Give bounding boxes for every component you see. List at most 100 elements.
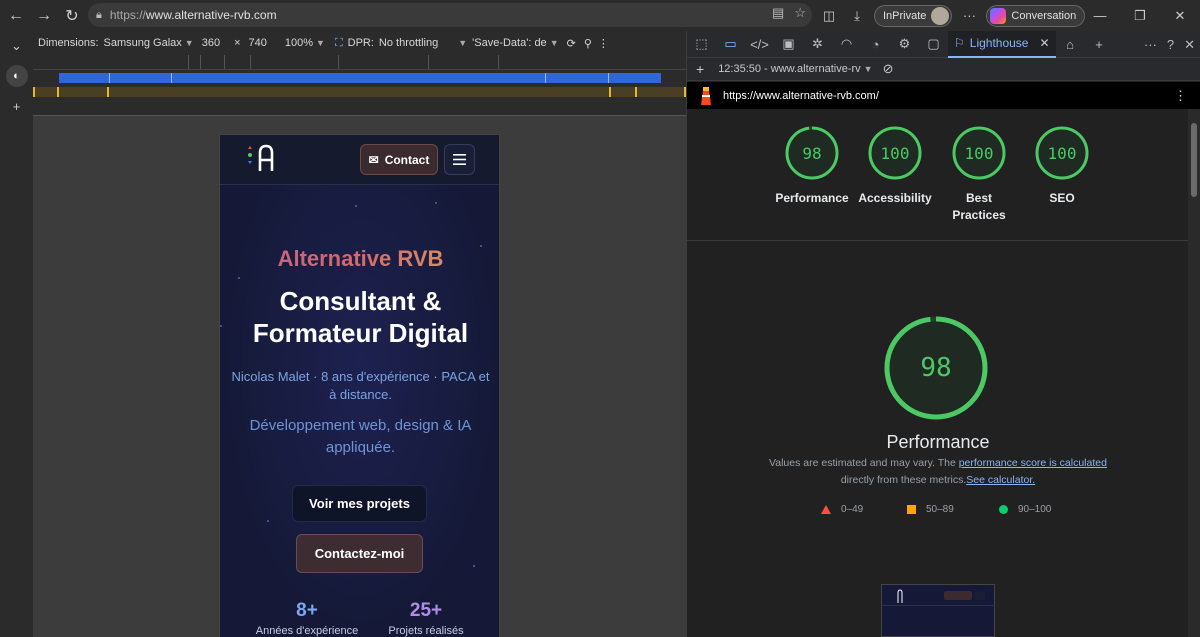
gauge-label[interactable]: SEO — [1012, 190, 1112, 207]
average-square-icon — [907, 505, 916, 514]
tab-lighthouse[interactable]: ⚐ Lighthouse ✕ — [948, 30, 1056, 58]
chevron-down-icon: ▼ — [184, 38, 194, 48]
dpr-label: DPR: — [347, 37, 374, 49]
legend-pass: 90–100 — [999, 504, 1051, 515]
performance-gauge-icon[interactable]: ◔ — [861, 31, 890, 58]
performance-title: Performance — [886, 432, 990, 452]
max-width-media-bar[interactable] — [33, 87, 686, 97]
mobile-page-preview: ✉ Contact Alternative RVB Consultant & F… — [219, 134, 500, 637]
devtools-panel: ⬚ ▭ </> ▣ ✲ ◠ ◔ ⚙ ▢ ⚐ Lighthouse ✕ ⌂ + ·… — [686, 30, 1200, 637]
more-menu-icon[interactable]: ··· — [958, 8, 980, 23]
inprivate-label: InPrivate — [883, 9, 927, 22]
restore-icon[interactable]: ❐ — [1120, 0, 1160, 31]
rotate-icon[interactable]: ⟳ — [567, 37, 576, 50]
stat-projects: 25+ Projets réalisés — [356, 600, 496, 637]
hamburger-icon — [453, 154, 466, 165]
active-tab-favicon[interactable]: ◐ — [5, 65, 28, 87]
conversation-label: Conversation — [1011, 9, 1077, 22]
score-calculated-link[interactable]: performance score is calculated — [959, 457, 1107, 469]
hero-title-line-2: Formateur Digital — [252, 318, 469, 348]
dimensions-label: Dimensions: — [38, 37, 99, 49]
home-icon[interactable]: ⌂ — [1056, 31, 1085, 58]
profile-avatar — [931, 6, 950, 25]
device-emulation-icon[interactable]: ▭ — [716, 31, 745, 58]
reader-icon[interactable]: ▤ — [772, 5, 784, 21]
console-tab-icon[interactable]: ▣ — [774, 31, 803, 58]
url-protocol: https:// — [109, 8, 146, 22]
contact-me-button[interactable]: Contactez-moi — [296, 534, 423, 573]
contact-button[interactable]: ✉ Contact — [360, 144, 438, 175]
throttling-select[interactable]: No throttling — [379, 37, 438, 49]
chevron-down-icon[interactable]: ▼ — [864, 64, 873, 74]
more-tools-icon[interactable]: ··· — [1144, 37, 1157, 52]
section-divider — [687, 240, 1189, 241]
more-options-icon[interactable]: ⋮ — [598, 37, 609, 50]
hero-title: Consultant & Formateur Digital — [220, 285, 499, 349]
network-wifi-icon[interactable]: ◠ — [832, 31, 861, 58]
copilot-icon — [990, 7, 1007, 24]
minimize-icon[interactable]: — — [1080, 0, 1120, 31]
gauge-label[interactable]: Best Practices — [949, 190, 1009, 224]
legend-range: 0–49 — [841, 504, 864, 515]
device-toolbar: Dimensions: Samsung Galax ▼ 360 × 740 100… — [33, 31, 686, 55]
hamburger-menu-button[interactable] — [444, 144, 475, 175]
inprivate-badge[interactable]: InPrivate — [874, 4, 953, 27]
help-icon[interactable]: ? — [1167, 37, 1174, 52]
sensors-icon[interactable]: ⚲ — [584, 37, 592, 50]
site-info-icon[interactable]: 🔒︎ — [96, 9, 102, 22]
refresh-icon[interactable]: ↻ — [58, 2, 86, 30]
inspect-element-icon[interactable]: ⬚ — [687, 31, 716, 58]
lighthouse-logo-icon — [701, 86, 711, 105]
close-window-icon[interactable]: ✕ — [1160, 0, 1200, 31]
address-bar[interactable]: 🔒︎ https:// www.alternative-rvb.com ▤ ☆ — [88, 3, 812, 27]
copilot-conversation-button[interactable]: Conversation — [986, 4, 1086, 27]
sources-bug-icon[interactable]: ✲ — [803, 31, 832, 58]
new-tab-icon[interactable]: + — [0, 91, 33, 121]
favorite-star-icon[interactable]: ☆ — [794, 5, 806, 21]
desc-text: directly from these metrics. — [840, 474, 967, 486]
height-input[interactable]: 740 — [249, 37, 267, 49]
page-screenshot-thumbnail[interactable] — [881, 584, 996, 637]
contact-button-label: Contact — [384, 152, 430, 167]
chevron-down-icon[interactable]: ▼ — [458, 38, 467, 48]
device-select[interactable]: Samsung Galax ▼ — [104, 37, 194, 49]
view-projects-button[interactable]: Voir mes projets — [292, 485, 427, 522]
close-tab-icon[interactable]: ✕ — [1039, 36, 1049, 50]
report-scrollbar[interactable] — [1188, 109, 1200, 637]
gauge-score[interactable]: 98 — [802, 144, 821, 163]
width-input[interactable]: 360 — [202, 37, 220, 49]
split-screen-icon[interactable]: ◫ — [818, 8, 840, 24]
elements-tab-icon[interactable]: </> — [745, 31, 774, 58]
mail-icon: ✉ — [368, 152, 379, 167]
forward-icon[interactable]: → — [30, 2, 58, 30]
times-separator: × — [234, 37, 241, 49]
report-selector[interactable]: 12:35:50 - www.alternative-rv — [718, 63, 860, 75]
gauge-score[interactable]: 100 — [1048, 144, 1077, 163]
stat-value: 25+ — [409, 600, 443, 621]
gauge-label[interactable]: Accessibility — [845, 190, 945, 207]
new-report-icon[interactable]: + — [696, 61, 704, 77]
settings-gear-icon[interactable]: ⚙ — [890, 31, 919, 58]
application-icon[interactable]: ▢ — [919, 31, 948, 58]
close-devtools-icon[interactable]: ✕ — [1184, 37, 1195, 53]
add-tool-icon[interactable]: + — [1085, 31, 1114, 58]
min-width-media-bar[interactable] — [59, 73, 661, 83]
save-data-select[interactable]: 'Save-Data': de — [472, 37, 547, 49]
zoom-select[interactable]: 100% ▼ — [285, 37, 325, 49]
downloads-icon[interactable]: ⤓ — [846, 8, 868, 24]
report-menu-icon[interactable]: ⋮ — [1174, 88, 1187, 104]
scrollbar-thumb[interactable] — [1191, 123, 1197, 197]
performance-description: Values are estimated and may vary. The p… — [757, 455, 1119, 489]
gauge-score[interactable]: 100 — [965, 144, 994, 163]
gauge-score[interactable]: 100 — [881, 144, 910, 163]
see-calculator-link[interactable]: See calculator. — [966, 474, 1035, 486]
fail-triangle-icon — [821, 505, 831, 514]
clear-reports-icon[interactable]: ⊘ — [883, 61, 894, 77]
site-logo-icon[interactable] — [244, 143, 278, 177]
performance-score-value: 98 — [920, 353, 952, 383]
chevron-down-icon[interactable]: ⌄ — [0, 31, 33, 61]
back-icon[interactable]: ← — [2, 2, 30, 30]
score-gauges: 98 100 100 100 — [785, 126, 1089, 180]
devtools-tab-bar: ⬚ ▭ </> ▣ ✲ ◠ ◔ ⚙ ▢ ⚐ Lighthouse ✕ ⌂ + ·… — [687, 30, 1200, 58]
chevron-down-icon[interactable]: ▼ — [550, 38, 559, 48]
